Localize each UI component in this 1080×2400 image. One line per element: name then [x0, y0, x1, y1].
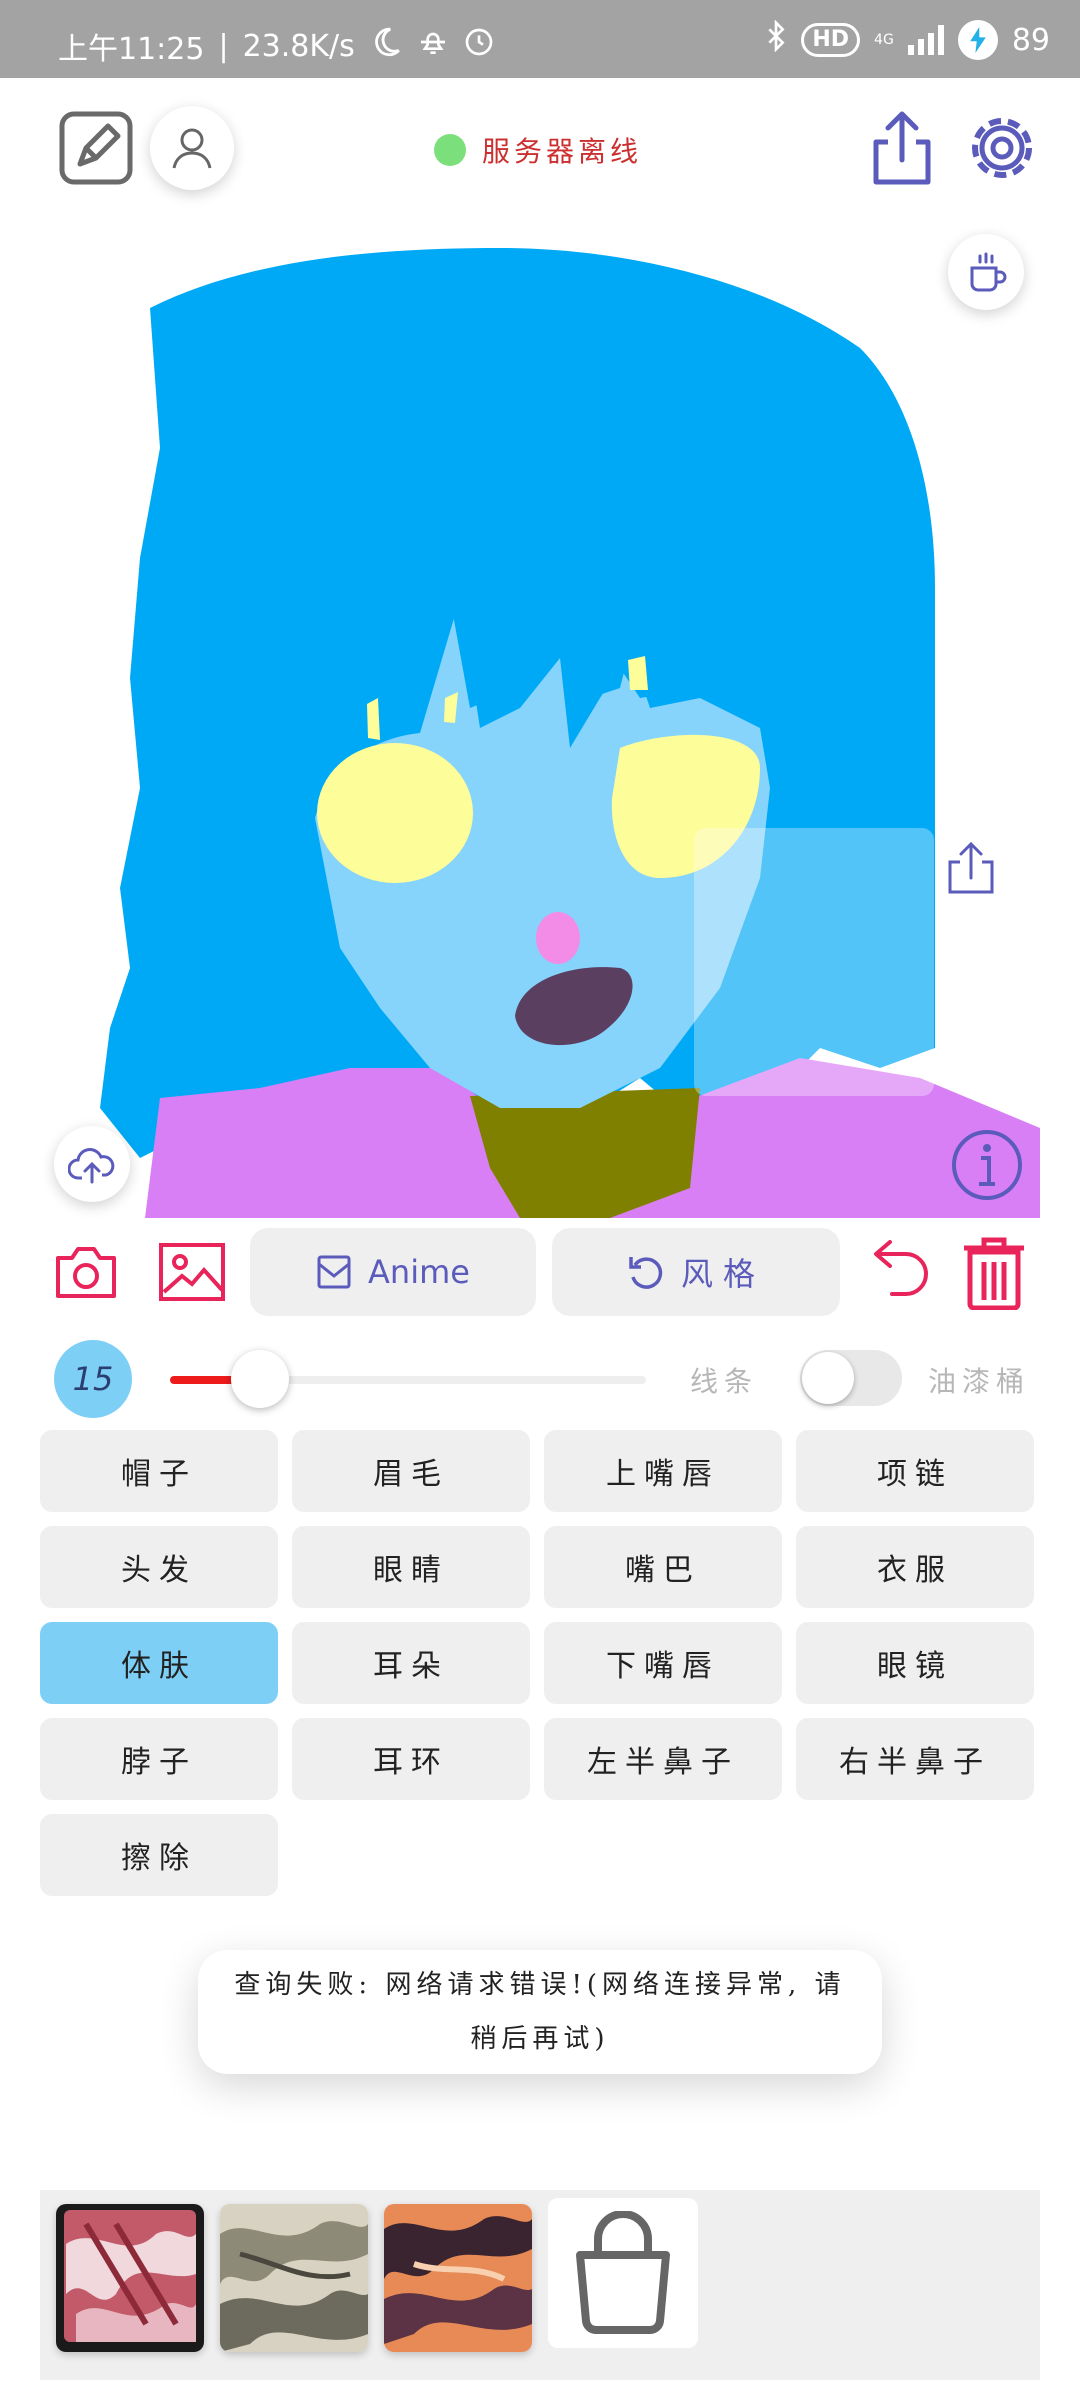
shopping-bag-icon: [576, 2211, 670, 2335]
style-thumbnail[interactable]: [56, 2204, 204, 2352]
camera-icon: [56, 1247, 116, 1298]
inbox-icon: [317, 1255, 351, 1289]
slider-thumb[interactable]: [231, 1350, 290, 1408]
status-left: 上午11:25 | 23.8K/s: [58, 24, 495, 68]
anime-face-drawing: [100, 248, 1040, 1218]
eye-highlight-right: [628, 656, 648, 690]
part-button[interactable]: 下嘴唇: [544, 1622, 782, 1704]
part-button[interactable]: 上嘴唇: [544, 1430, 782, 1512]
share-button[interactable]: [866, 108, 938, 188]
user-icon: [172, 128, 212, 169]
canvas-share-button[interactable]: [944, 838, 998, 898]
face-parts-grid: 帽子 眉毛 上嘴唇 项链头发 眼睛 嘴巴 衣服体肤 耳朵 下嘴唇 眼镜脖子 耳环 左半鼻子 右半鼻子擦除: [40, 1430, 1036, 1896]
eye-highlight-left: [367, 698, 380, 740]
part-button[interactable]: 右半鼻子: [796, 1718, 1034, 1800]
left-eye: [317, 743, 473, 883]
top-toolbar: 服务器离线: [0, 78, 1080, 228]
pen-square-icon: [59, 111, 133, 185]
delete-button[interactable]: [960, 1234, 1028, 1311]
part-button[interactable]: 项链: [796, 1430, 1034, 1512]
rotate-icon: [629, 1257, 663, 1289]
bucket-label: 油漆桶: [928, 1365, 1031, 1398]
gallery-button[interactable]: [158, 1242, 226, 1302]
status-time: 上午11:25: [58, 32, 205, 67]
network-type: 4G: [874, 32, 894, 48]
user-button[interactable]: [150, 106, 234, 190]
part-button[interactable]: 衣服: [796, 1526, 1034, 1608]
style-swatch-red: [56, 2204, 204, 2352]
status-net-speed: 23.8K/s: [242, 28, 355, 64]
cloud-upload-icon: [68, 1148, 115, 1184]
cloud-upload-button[interactable]: [54, 1126, 130, 1202]
undo-icon: [874, 1240, 928, 1296]
coffee-button[interactable]: [948, 234, 1024, 310]
anime-mode-button[interactable]: Anime: [250, 1228, 536, 1316]
alarm-icon: [463, 26, 495, 66]
style-thumbnail-strip: [40, 2190, 1040, 2380]
settings-button[interactable]: [962, 108, 1042, 188]
coffee-cup-icon: [970, 252, 1007, 292]
style-label: 风格: [680, 1255, 765, 1293]
gear-icon: [972, 118, 1032, 178]
part-button[interactable]: 帽子: [40, 1430, 278, 1512]
error-toast: 查询失败: 网络请求错误!(网络连接异常, 请稍后再试): [198, 1950, 882, 2074]
hd-badge: HD: [801, 23, 861, 57]
moon-icon: [369, 25, 403, 67]
camera-button[interactable]: [54, 1242, 118, 1302]
nose: [536, 912, 580, 964]
style-swatch-orange: [384, 2204, 532, 2352]
battery-percent: 89: [1011, 22, 1050, 58]
part-button[interactable]: 眼睛: [292, 1526, 530, 1608]
undo-button[interactable]: [862, 1240, 930, 1304]
status-divider: |: [218, 28, 229, 64]
shop-button[interactable]: [548, 2198, 698, 2348]
bucket-toggle[interactable]: [800, 1350, 902, 1406]
toggle-knob: [802, 1352, 854, 1404]
brush-row: 15 线条 油漆桶: [0, 1330, 1080, 1420]
part-button[interactable]: 头发: [40, 1526, 278, 1608]
status-right: HD 4G 89: [765, 19, 1050, 60]
action-row: Anime 风格: [0, 1226, 1080, 1326]
info-icon: [952, 1130, 1022, 1200]
part-button[interactable]: 眉毛: [292, 1430, 530, 1512]
brush-size-badge: 15: [54, 1340, 132, 1418]
part-button[interactable]: 擦除: [40, 1814, 278, 1896]
signal-icon: [907, 25, 944, 55]
bell-off-icon: [417, 26, 449, 66]
server-status: 服务器离线: [434, 130, 642, 170]
line-label: 线条: [690, 1365, 759, 1398]
server-status-dot: [434, 134, 466, 166]
image-icon: [159, 1243, 225, 1301]
part-button[interactable]: 左半鼻子: [544, 1718, 782, 1800]
share-icon: [873, 111, 931, 185]
style-thumbnail[interactable]: [220, 2204, 368, 2352]
bluetooth-icon: [765, 19, 787, 60]
part-button[interactable]: 脖子: [40, 1718, 278, 1800]
part-button[interactable]: 嘴巴: [544, 1526, 782, 1608]
selection-overlay: [694, 828, 934, 1096]
brush-size-slider[interactable]: [170, 1350, 646, 1408]
style-thumbnail[interactable]: [384, 2204, 532, 2352]
trash-icon: [964, 1237, 1024, 1311]
anime-mode-label: Anime: [368, 1253, 470, 1291]
share-icon: [948, 841, 994, 894]
status-bar: 上午11:25 | 23.8K/s HD 4G 89: [0, 0, 1080, 78]
part-button[interactable]: 眼镜: [796, 1622, 1034, 1704]
part-button[interactable]: 体肤: [40, 1622, 278, 1704]
drawing-canvas[interactable]: [0, 228, 1080, 1218]
info-button[interactable]: [950, 1128, 1024, 1202]
part-button[interactable]: 耳环: [292, 1718, 530, 1800]
server-status-text: 服务器离线: [482, 135, 643, 168]
style-button[interactable]: 风格: [552, 1228, 840, 1316]
style-swatch-gray: [220, 2204, 368, 2352]
toast-message: 查询失败: 网络请求错误!(网络连接异常, 请稍后再试): [234, 1970, 846, 2054]
battery-charging-icon: [957, 20, 998, 60]
draw-mode-button[interactable]: [58, 110, 134, 186]
part-button[interactable]: 耳朵: [292, 1622, 530, 1704]
